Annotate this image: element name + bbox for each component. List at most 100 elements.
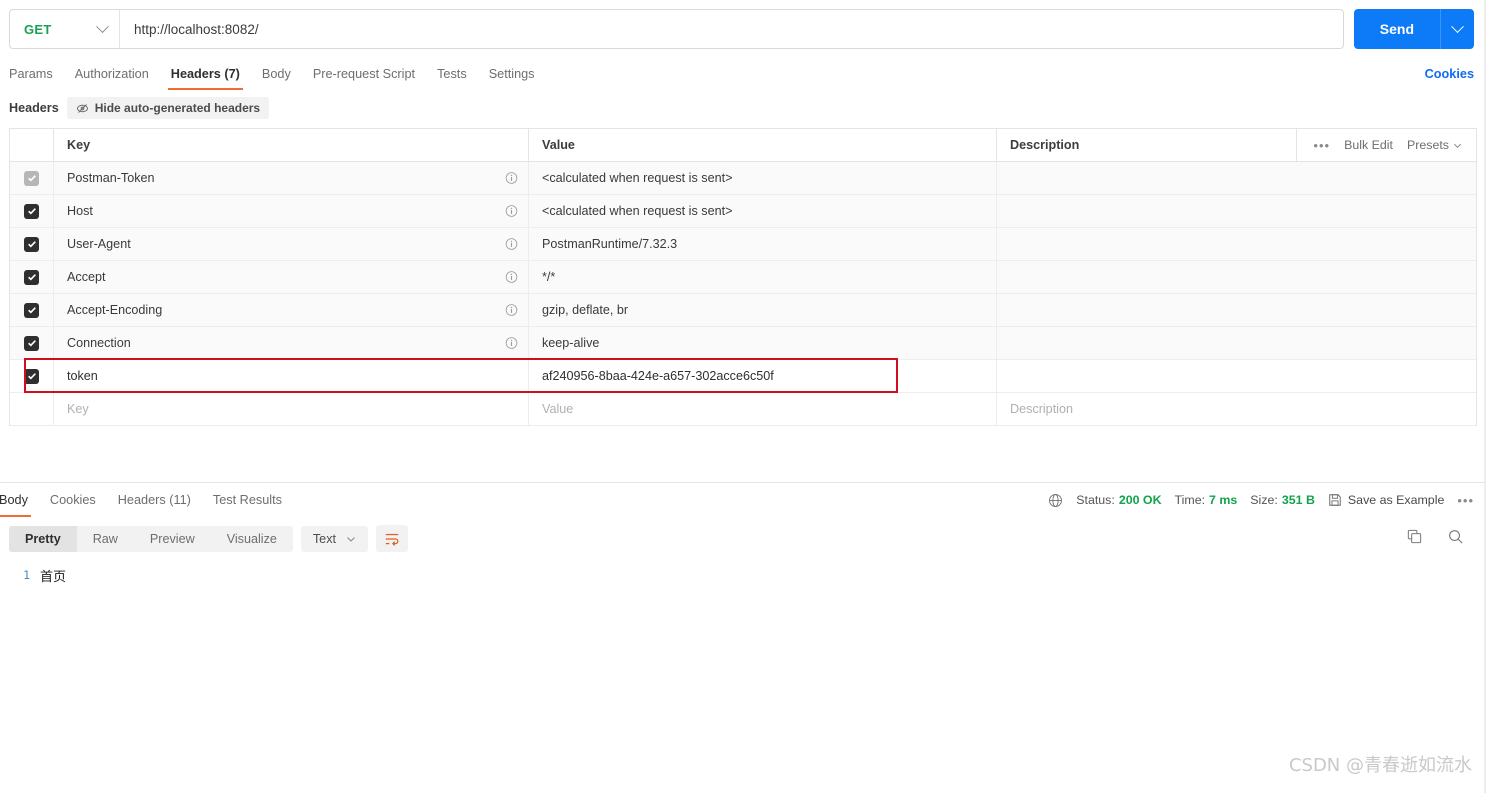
url-input[interactable]: http://localhost:8082/ [120, 10, 1343, 48]
header-key-text: Accept [67, 270, 106, 284]
tab-tests[interactable]: Tests [426, 58, 478, 90]
body-view-raw[interactable]: Raw [77, 526, 134, 552]
header-key-cell[interactable]: token [54, 360, 529, 392]
info-icon[interactable] [505, 205, 518, 218]
response-tab-cookies[interactable]: Cookies [39, 483, 107, 517]
status-value: 200 OK [1118, 493, 1162, 507]
new-header-key-input[interactable]: Key [54, 393, 529, 425]
tab-body[interactable]: Body [251, 58, 302, 90]
request-tabs: Params Authorization Headers (7) Body Pr… [0, 58, 1486, 90]
hide-auto-generated-headers-button[interactable]: Hide auto-generated headers [66, 97, 270, 119]
header-enabled-checkbox-cell [10, 261, 54, 293]
header-description-cell[interactable] [997, 162, 1476, 194]
wrap-text-button[interactable] [376, 525, 408, 552]
response-more-options-button[interactable]: ••• [1457, 493, 1474, 508]
header-enabled-checkbox-cell [10, 360, 54, 392]
header-description-cell[interactable] [997, 327, 1476, 359]
table-row[interactable]: Host <calculated when request is sent> [10, 195, 1476, 228]
http-method-label: GET [24, 21, 52, 37]
body-view-visualize[interactable]: Visualize [211, 526, 293, 552]
header-enabled-checkbox-cell [10, 195, 54, 227]
new-header-value-input[interactable]: Value [529, 393, 997, 425]
header-value-cell[interactable]: */* [529, 261, 997, 293]
header-key-cell[interactable]: User-Agent [54, 228, 529, 260]
header-description-cell[interactable] [997, 195, 1476, 227]
save-as-example-button[interactable]: Save as Example [1328, 493, 1444, 507]
response-body-content[interactable]: 1 首页 [0, 560, 1486, 585]
header-enabled-checkbox[interactable] [24, 302, 39, 318]
bulk-edit-button[interactable]: Bulk Edit [1344, 138, 1393, 152]
header-value-cell[interactable]: <calculated when request is sent> [529, 162, 997, 194]
save-icon [1329, 494, 1341, 506]
http-method-selector[interactable]: GET [10, 10, 120, 48]
time-badge: Time: 7 ms [1175, 493, 1238, 507]
new-header-description-input[interactable]: Description [997, 393, 1476, 425]
tab-authorization[interactable]: Authorization [64, 58, 160, 90]
time-value: 7 ms [1209, 493, 1238, 507]
header-key-cell[interactable]: Accept [54, 261, 529, 293]
size-badge: Size: 351 B [1250, 493, 1315, 507]
table-row[interactable]: Postman-Token <calculated when request i… [10, 162, 1476, 195]
body-format-selector[interactable]: Text [300, 525, 368, 552]
table-row[interactable]: User-Agent PostmanRuntime/7.32.3 [10, 228, 1476, 261]
info-icon[interactable] [505, 238, 518, 251]
presets-label: Presets [1406, 138, 1449, 152]
info-icon[interactable] [505, 172, 518, 185]
copy-button[interactable] [1406, 528, 1423, 550]
table-row[interactable]: token af240956-8baa-424e-a657-302acce6c5… [10, 360, 1476, 393]
info-icon[interactable] [505, 337, 518, 350]
header-key-text: Accept-Encoding [67, 303, 163, 317]
info-icon[interactable] [505, 271, 518, 284]
presets-button[interactable]: Presets [1407, 138, 1462, 152]
table-row[interactable]: Accept-Encoding gzip, deflate, br [10, 294, 1476, 327]
tab-settings[interactable]: Settings [478, 58, 546, 90]
header-value-cell[interactable]: af240956-8baa-424e-a657-302acce6c50f [529, 360, 997, 392]
send-button[interactable]: Send [1353, 9, 1440, 49]
new-header-row[interactable]: Key Value Description [10, 393, 1476, 426]
cookies-link[interactable]: Cookies [1425, 67, 1474, 81]
response-tab-body[interactable]: Body [0, 483, 39, 517]
ellipsis-icon[interactable]: ••• [1313, 138, 1330, 153]
table-row[interactable]: Connection keep-alive [10, 327, 1476, 360]
header-description-cell[interactable] [997, 228, 1476, 260]
body-format-label: Text [312, 531, 336, 546]
body-view-preview[interactable]: Preview [134, 526, 211, 552]
header-value-cell[interactable]: gzip, deflate, br [529, 294, 997, 326]
header-description-cell[interactable] [997, 360, 1476, 392]
hide-auto-generated-headers-label: Hide auto-generated headers [94, 101, 261, 115]
search-button[interactable] [1447, 528, 1464, 550]
header-description-cell[interactable] [997, 294, 1476, 326]
column-header-value: Value [529, 129, 997, 161]
header-key-cell[interactable]: Connection [54, 327, 529, 359]
info-icon[interactable] [505, 304, 518, 317]
body-view-pretty[interactable]: Pretty [9, 525, 77, 552]
tab-params[interactable]: Params [9, 58, 64, 90]
select-all-cell [10, 129, 54, 161]
header-enabled-checkbox-cell [10, 327, 54, 359]
column-header-description: Description [1010, 138, 1080, 152]
tab-headers[interactable]: Headers (7) [160, 58, 251, 90]
header-enabled-checkbox [24, 170, 39, 186]
header-enabled-checkbox[interactable] [24, 203, 39, 219]
header-value-cell[interactable]: <calculated when request is sent> [529, 195, 997, 227]
tab-pre-request-script[interactable]: Pre-request Script [302, 58, 426, 90]
header-value-cell[interactable]: PostmanRuntime/7.32.3 [529, 228, 997, 260]
header-enabled-checkbox[interactable] [24, 368, 39, 384]
header-key-cell[interactable]: Postman-Token [54, 162, 529, 194]
send-options-button[interactable] [1440, 9, 1474, 49]
response-tab-headers[interactable]: Headers (11) [107, 483, 202, 517]
header-enabled-checkbox[interactable] [24, 269, 39, 285]
header-value-cell[interactable]: keep-alive [529, 327, 997, 359]
chevron-down-icon [347, 536, 355, 542]
header-enabled-checkbox-cell [10, 228, 54, 260]
header-description-cell[interactable] [997, 261, 1476, 293]
header-key-cell[interactable]: Accept-Encoding [54, 294, 529, 326]
body-view-segmented-control: Pretty Raw Preview Visualize [9, 525, 293, 552]
headers-table-actions: ••• Bulk Edit Presets [1296, 129, 1476, 161]
header-enabled-checkbox[interactable] [24, 335, 39, 351]
header-enabled-checkbox[interactable] [24, 236, 39, 252]
request-url-bar: GET http://localhost:8082/ Send [0, 0, 1486, 58]
header-key-cell[interactable]: Host [54, 195, 529, 227]
response-tab-test-results[interactable]: Test Results [202, 483, 293, 517]
table-row[interactable]: Accept */* [10, 261, 1476, 294]
